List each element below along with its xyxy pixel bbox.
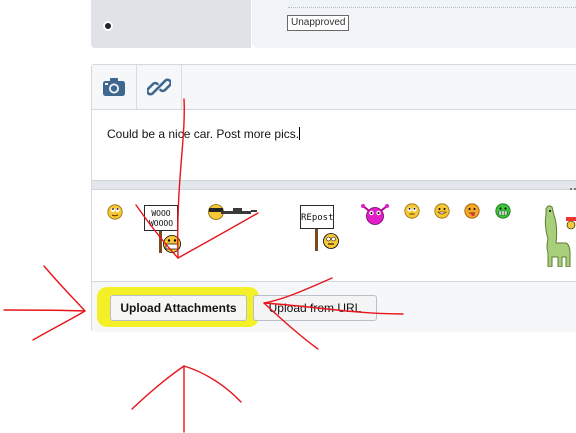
annotation-arrow-head [32,265,86,341]
editor-text-area[interactable]: Could be a nice car. Post more pics. [107,127,301,141]
annotation-arrow-right [3,309,86,312]
annotation-arrow-head [131,365,242,410]
upload-from-url-button[interactable]: Upload from URL [253,295,377,321]
sign-post [315,229,318,251]
smiley-rolleyes-2-icon[interactable] [404,203,420,224]
camera-icon [103,78,125,96]
editor-resize-handle[interactable] [92,180,576,190]
toolbar-separator [181,65,182,109]
select-radio[interactable] [103,21,113,31]
smiley-tongue-icon[interactable] [464,203,480,224]
smiley-cheer-icon[interactable] [360,202,390,231]
status-badge: Unapproved [287,15,350,31]
smiley-repost-sign-icon[interactable]: REpost [298,204,344,252]
smiley-grin-icon[interactable] [434,203,450,224]
smiley-llama-icon[interactable] [538,203,576,272]
smiley-woo-sign-icon[interactable]: WOOO WOOOO [142,202,184,254]
smiley-green-grin-icon[interactable] [495,203,511,224]
editor-content: Could be a nice car. Post more pics. [107,127,300,141]
sign-text: REpost [300,205,334,229]
link-icon [147,78,171,96]
insert-image-button[interactable] [92,65,136,109]
sign-text: WOOO WOOOO [144,205,178,231]
text-caret [299,127,301,140]
smiley-sniper-icon[interactable] [207,202,259,225]
smiley-rolleyes-icon[interactable] [107,204,123,225]
resize-grip-icon [570,181,576,193]
post-meta-panel [91,0,251,48]
post-divider [288,7,576,8]
upload-attachments-button[interactable]: Upload Attachments [110,295,247,321]
insert-link-button[interactable] [137,65,181,109]
